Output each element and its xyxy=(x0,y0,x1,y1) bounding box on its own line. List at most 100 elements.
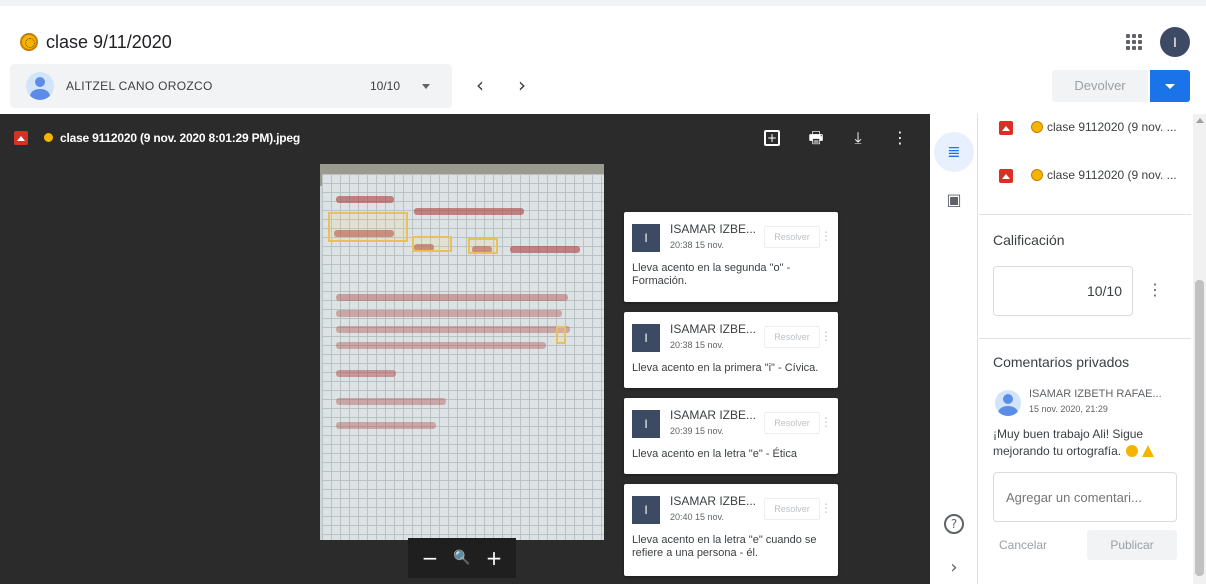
more-options-icon[interactable]: ⋮ xyxy=(820,326,832,348)
comment-text: Lleva acento en la letra "e" - Ética xyxy=(632,448,797,460)
zoom-icon[interactable]: 🔍 xyxy=(450,546,474,570)
next-student-button[interactable]: › xyxy=(510,74,534,98)
private-comment-author: ISAMAR IZBETH RAFAE... xyxy=(1029,388,1162,400)
handwriting xyxy=(414,208,524,215)
student-avatar-icon xyxy=(26,72,54,100)
more-options-icon[interactable]: ⋮ xyxy=(1147,280,1163,300)
publish-button[interactable]: Publicar xyxy=(1087,530,1177,560)
comment-text: Lleva acento en la segunda "o" - Formaci… xyxy=(632,262,791,287)
handwriting xyxy=(336,398,446,405)
download-icon[interactable]: ⤓ xyxy=(848,128,868,148)
comment-time: 20:39 15 nov. xyxy=(670,426,724,436)
divider xyxy=(979,214,1191,215)
comment-highlight[interactable] xyxy=(556,326,566,344)
grade-value: 10/10 xyxy=(1086,283,1122,299)
thumbs-up-emoji-icon xyxy=(1141,445,1154,457)
handwriting xyxy=(336,196,394,203)
comment-highlight[interactable] xyxy=(412,236,452,252)
zoom-in-button[interactable]: + xyxy=(482,546,506,570)
comment-card[interactable]: I ISAMAR IZBE... 20:39 15 nov. Resolver … xyxy=(624,398,838,474)
class-dot-icon xyxy=(1031,121,1043,133)
more-options-icon[interactable]: ⋮ xyxy=(820,412,832,434)
comment-time: 20:38 15 nov. xyxy=(670,340,724,350)
comment-time: 20:38 15 nov. xyxy=(670,240,724,250)
cancel-button[interactable]: Cancelar xyxy=(999,538,1047,552)
comment-highlight[interactable] xyxy=(328,212,408,242)
return-dropdown-button[interactable] xyxy=(1150,70,1190,102)
attachment-name: clase 9112020 (9 nov. ... xyxy=(1047,120,1177,134)
resolve-button[interactable]: Resolver xyxy=(764,226,820,248)
class-dot-icon xyxy=(1031,169,1043,181)
zoom-out-button[interactable]: − xyxy=(418,546,442,570)
private-comment: ¡Muy buen trabajo Ali! Sigue mejorando t… xyxy=(993,426,1177,460)
print-icon[interactable]: 🖶 xyxy=(806,128,826,148)
return-button[interactable]: Devolver xyxy=(1052,70,1148,102)
comment-author: ISAMAR IZBE... xyxy=(670,322,757,336)
attachment-item[interactable]: clase 9112020 (9 nov. ... xyxy=(999,166,1189,186)
comment-avatar: I xyxy=(632,324,660,352)
private-comments-label: Comentarios privados xyxy=(993,354,1130,370)
class-icon xyxy=(20,33,38,51)
handwriting xyxy=(336,294,568,301)
more-options-icon[interactable]: ⋮ xyxy=(890,128,910,148)
scroll-up-icon[interactable] xyxy=(1196,118,1204,123)
previous-student-button[interactable]: ‹ xyxy=(468,74,492,98)
comment-avatar: I xyxy=(632,410,660,438)
zoom-controls: − 🔍 + xyxy=(408,538,516,578)
grade-label: Calificación xyxy=(993,232,1065,248)
comment-card[interactable]: I ISAMAR IZBE... 20:40 15 nov. Resolver … xyxy=(624,484,838,576)
grade-input[interactable]: 10/10 xyxy=(993,266,1133,316)
resolve-button[interactable]: Resolver xyxy=(764,498,820,520)
comment-text: Lleva acento en la letra "e" cuando se r… xyxy=(632,534,817,559)
comment-time: 20:40 15 nov. xyxy=(670,512,724,522)
student-grade: 10/10 xyxy=(370,79,401,93)
handwriting xyxy=(510,246,580,253)
chevron-down-icon[interactable] xyxy=(422,84,430,89)
image-file-icon xyxy=(999,121,1013,135)
commenter-avatar-icon xyxy=(995,390,1021,416)
details-panel: clase 9112020 (9 nov. ... clase 9112020 … xyxy=(979,114,1191,584)
handwriting xyxy=(336,310,562,317)
comment-avatar: I xyxy=(632,224,660,252)
resolve-button[interactable]: Resolver xyxy=(764,326,820,348)
add-comment-input[interactable] xyxy=(993,472,1177,522)
page-title: clase 9/11/2020 xyxy=(46,32,172,52)
student-selector[interactable]: ALITZEL CANO OROZCO 10/10 xyxy=(10,64,452,108)
account-avatar[interactable]: I xyxy=(1160,27,1190,57)
more-options-icon[interactable]: ⋮ xyxy=(820,498,832,520)
class-dot-icon xyxy=(44,133,53,142)
handwriting xyxy=(336,326,570,333)
divider xyxy=(979,338,1191,339)
comment-text: Lleva acento en la primera "i" - Cívica. xyxy=(632,362,819,374)
details-icon[interactable]: ≣ xyxy=(944,142,964,162)
handwriting xyxy=(336,370,396,377)
side-rail: ≣ ▣ ? › xyxy=(930,114,978,584)
comment-highlight[interactable] xyxy=(468,238,498,254)
comment-card[interactable]: I ISAMAR IZBE... 20:38 15 nov. Resolver … xyxy=(624,212,838,302)
chevron-right-icon[interactable]: › xyxy=(944,558,964,578)
handwriting xyxy=(336,422,436,429)
help-icon[interactable]: ? xyxy=(944,514,964,534)
apps-grid-icon[interactable] xyxy=(1126,34,1142,50)
private-comment-text: ¡Muy buen trabajo Ali! Sigue mejorando t… xyxy=(993,427,1144,458)
smile-emoji-icon xyxy=(1126,445,1139,457)
comment-card[interactable]: I ISAMAR IZBE... 20:38 15 nov. Resolver … xyxy=(624,312,838,388)
comment-author: ISAMAR IZBE... xyxy=(670,408,757,422)
file-name: clase 9112020 (9 nov. 2020 8:01:29 PM).j… xyxy=(60,131,300,145)
image-file-icon xyxy=(999,169,1013,183)
student-name: ALITZEL CANO OROZCO xyxy=(66,79,213,93)
image-file-icon xyxy=(14,131,28,145)
resolve-button[interactable]: Resolver xyxy=(764,412,820,434)
more-options-icon[interactable]: ⋮ xyxy=(820,226,832,248)
comment-author: ISAMAR IZBE... xyxy=(670,222,757,236)
comment-avatar: I xyxy=(632,496,660,524)
header: clase 9/11/2020 I xyxy=(0,6,1206,64)
attachment-item[interactable]: clase 9112020 (9 nov. ... xyxy=(999,118,1189,138)
scrollbar[interactable] xyxy=(1193,114,1206,584)
add-comment-icon[interactable]: + xyxy=(764,130,780,146)
comment-icon[interactable]: ▣ xyxy=(944,190,964,210)
comment-author: ISAMAR IZBE... xyxy=(670,494,757,508)
attachment-name: clase 9112020 (9 nov. ... xyxy=(1047,168,1177,182)
scroll-thumb[interactable] xyxy=(1195,280,1204,576)
notebook-photo xyxy=(320,164,604,540)
